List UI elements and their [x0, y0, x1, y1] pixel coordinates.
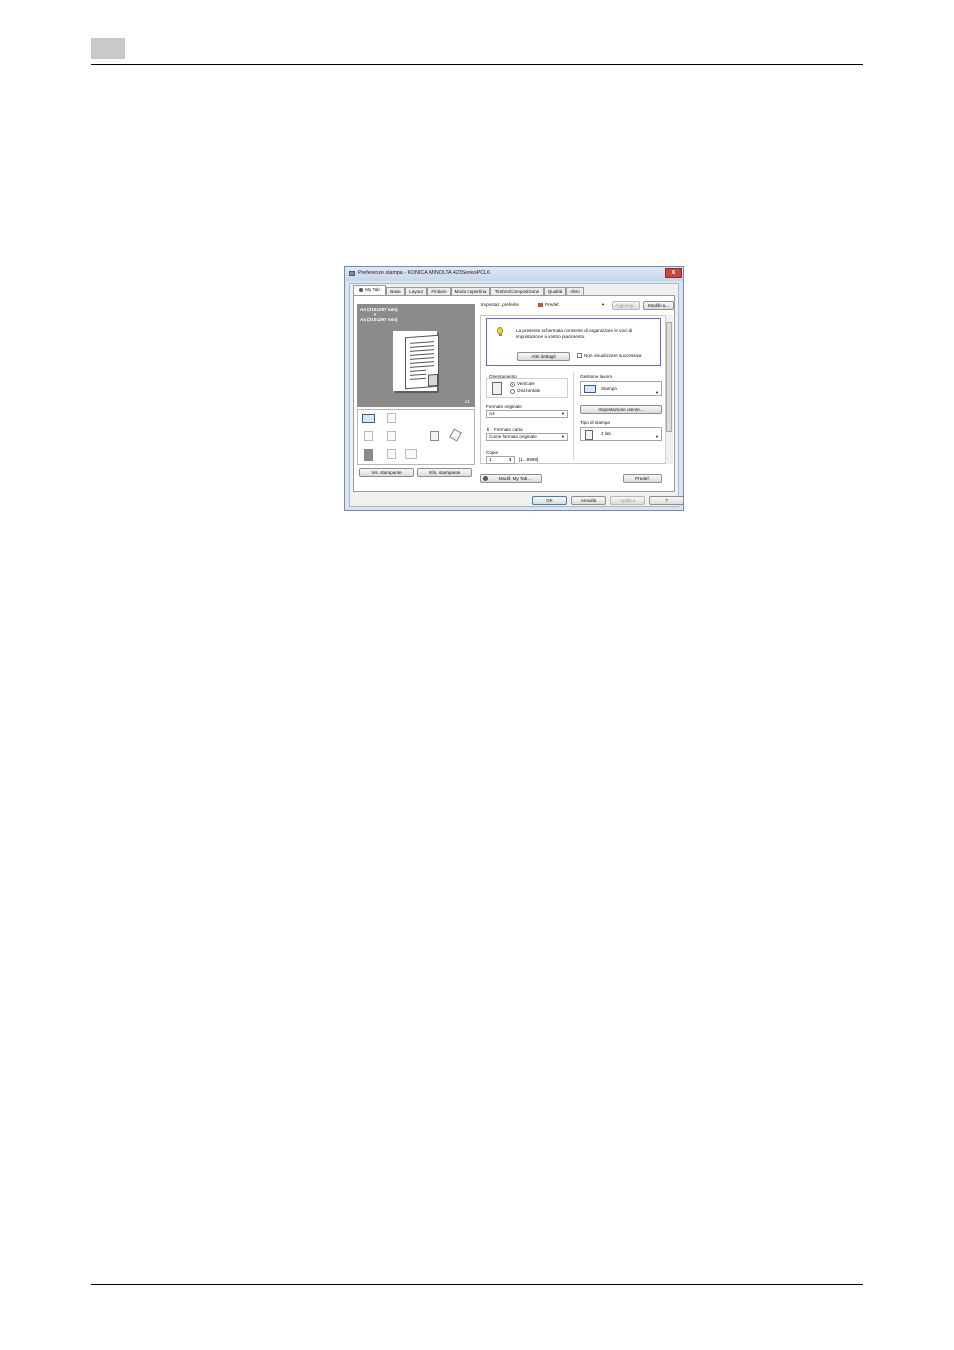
help-button[interactable]: ? [649, 496, 684, 505]
paper-size-value: Come formato originale [489, 434, 537, 439]
function-icons-panel [357, 409, 475, 465]
user-auth-icon[interactable] [387, 449, 396, 459]
header-rule [91, 64, 863, 65]
tab-my-tab[interactable]: My Tab [353, 285, 386, 295]
print-type-select[interactable]: 2 lati ▼ [580, 427, 662, 441]
edit-favorite-button[interactable]: Modifica... [643, 301, 674, 310]
tab-base[interactable]: Base [386, 287, 405, 295]
copies-value: 1 [489, 457, 492, 462]
chevron-down-icon: ▼ [655, 434, 659, 439]
tab-finishing[interactable]: Finiture [427, 287, 451, 295]
portrait-radio[interactable] [510, 382, 515, 387]
paper-size-label: Formato carta [494, 427, 523, 432]
chevron-down-icon: ▼ [561, 434, 565, 439]
tab-stamp-composition[interactable]: Timbro/Composizione [490, 287, 544, 295]
user-icon [359, 287, 364, 292]
portrait-label: Verticale [517, 381, 535, 386]
tab-quality[interactable]: Qualità [544, 287, 566, 295]
page-preview: A4 (210x297 mm) ▼ A4 (210x297 mm) x1 [357, 304, 475, 407]
edit-my-tab-button[interactable]: Modif. My Tab... [480, 474, 542, 483]
print-type-label: Tipo di stampa [580, 420, 610, 425]
info-message-box: La presente schermata consente di organi… [486, 318, 661, 366]
job-management-label: Gestione lavoro [580, 374, 613, 379]
hide-next-label: Non visualizzare successiva [584, 353, 642, 358]
original-size-label: Formato originale [486, 404, 522, 409]
close-button[interactable]: x [665, 268, 682, 278]
favorites-label: Impostaz. preferite [481, 302, 520, 307]
booklet-icon[interactable] [430, 431, 439, 441]
favorites-icon [538, 303, 543, 307]
favorites-value: Predef. [545, 302, 560, 307]
print-preferences-dialog: Preferenze stampa - KONICA MINOLTA 423Se… [344, 266, 684, 511]
preview-original-size: A4 (210x297 mm) [360, 307, 398, 312]
tab-other[interactable]: Altro [566, 287, 584, 295]
punch-icon[interactable] [449, 428, 462, 442]
user-icon [483, 476, 488, 481]
printer-device-icon[interactable] [364, 449, 373, 461]
job-management-select[interactable]: Stampa ▼ [580, 381, 662, 396]
more-details-button[interactable]: Altri dettagli [517, 352, 570, 361]
info-text-line2: impostazione a vostro piacimento. [516, 334, 586, 339]
edit-my-tab-label: Modif. My Tab... [498, 476, 532, 481]
portrait-page-icon [492, 382, 502, 395]
orientation-group: Verticale Orizzontale [486, 378, 568, 398]
original-size-select[interactable]: A4 ▼ [486, 410, 568, 418]
secure-print-icon[interactable] [387, 413, 396, 423]
printer-icon [349, 271, 355, 276]
cancel-button[interactable]: Annulla [571, 496, 606, 505]
print-type-value: 2 lati [601, 431, 611, 436]
landscape-radio[interactable] [510, 389, 515, 394]
hide-next-checkbox[interactable] [577, 353, 582, 358]
view-printer-button[interactable]: Vis. stampante [359, 468, 414, 477]
lightbulb-icon [497, 327, 503, 334]
dialog-title: Preferenze stampa - KONICA MINOLTA 423Se… [358, 270, 490, 276]
tab-cover-mode[interactable]: Modo copertina [451, 287, 490, 295]
device-info-button[interactable]: Info. stampante [417, 468, 472, 477]
chevron-down-icon: ▼ [601, 302, 605, 307]
copies-range: [1...9999] [519, 457, 539, 462]
add-favorite-button[interactable]: Aggiungi... [612, 301, 640, 310]
apply-button[interactable]: Applica [610, 496, 645, 505]
preview-copies-marker: x1 [465, 399, 470, 404]
job-management-value: Stampa [601, 386, 617, 391]
tab-label: My Tab [365, 287, 380, 292]
spinner-icon[interactable]: ⬍ [509, 457, 512, 463]
chevron-down-icon: ▼ [561, 411, 565, 416]
page-curl [428, 373, 438, 387]
job-icon [584, 385, 596, 393]
info-text-line1: La presente schermata consente di organi… [516, 328, 633, 333]
chapter-number-box [91, 38, 125, 59]
paper-size-select[interactable]: Come formato originale ▼ [486, 433, 568, 441]
user-settings-button[interactable]: Impostazione utente... [580, 405, 662, 414]
ok-button[interactable]: OK [532, 496, 567, 505]
job-icon[interactable] [362, 414, 375, 423]
duplex-icon [585, 430, 593, 440]
staple-icon[interactable] [387, 431, 396, 441]
landscape-label: Orizzontale [517, 388, 541, 393]
footer-rule [91, 1284, 863, 1285]
original-size-value: A4 [489, 411, 495, 416]
preview-paper-size: A4 (210x297 mm) [360, 317, 398, 322]
tab-layout[interactable]: Layout [405, 287, 427, 295]
column-divider [573, 372, 574, 460]
copies-input[interactable]: 1 ⬍ [486, 456, 515, 464]
document-page-icon [405, 334, 439, 390]
scrollbar-thumb[interactable] [666, 322, 672, 432]
copies-label: Copie [486, 450, 499, 455]
account-track-icon[interactable] [405, 449, 417, 459]
default-button[interactable]: Predef. [623, 474, 662, 483]
title-bar: Preferenze stampa - KONICA MINOLTA 423Se… [345, 267, 683, 281]
lightbulb-base [499, 334, 502, 336]
combine-icon[interactable] [364, 431, 373, 441]
dialog-client-area: My Tab Base Layout Finiture Modo coperti… [349, 283, 684, 507]
favorites-select[interactable]: Predef. ▼ [536, 301, 608, 309]
chevron-down-icon: ▼ [655, 390, 659, 395]
